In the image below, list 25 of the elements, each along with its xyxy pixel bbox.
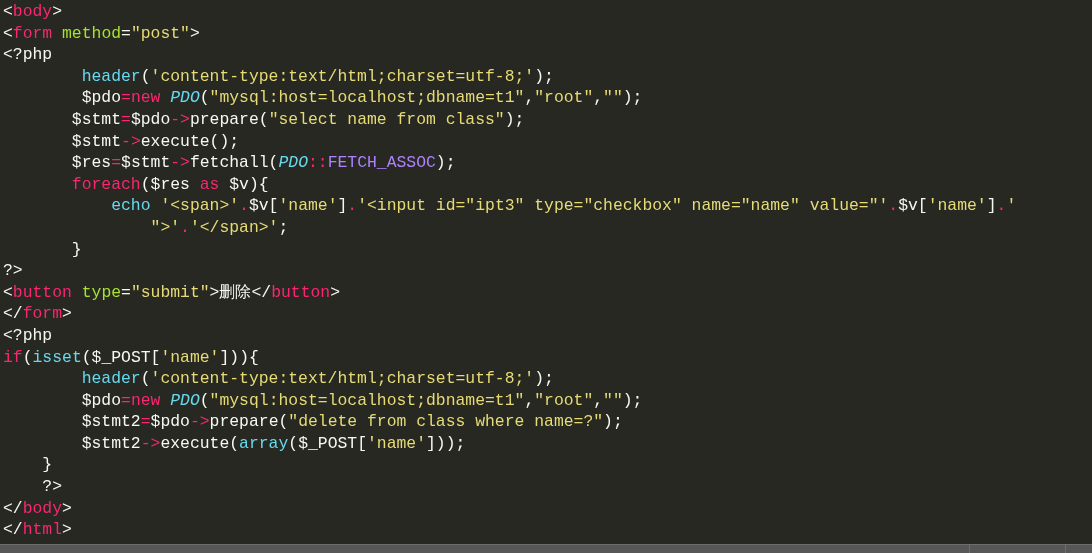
code-line: $pdo=new PDO("mysql:host=localhost;dbname=t1","root",""); [80,389,643,412]
code-line: $res=$stmt->fetchall(PDO::FETCH_ASSOC); [70,152,456,174]
code-line: ?> [41,476,63,498]
code-line: $stmt->execute(); [70,130,240,153]
code-line: echo '<span>'.$v['name'].'<input id="ipt3" type="checkbox" name="name" value="'.$v['name'].' [110,195,1017,217]
code-line: </body> [3,497,72,520]
code-line: </form> [3,303,72,325]
code-line: <?php [3,44,53,66]
code-line: $stmt2->execute(array($_POST['name'])); [80,432,466,455]
code-line: foreach($res as $v){ [70,173,269,196]
code-line: header('content-type:text/html;charset=utf-8;'); [80,65,554,88]
code-line: $pdo=new PDO("mysql:host=localhost;dbname=t1","root",""); [80,87,643,109]
code-line: header('content-type:text/html;charset=utf-8;'); [80,368,554,390]
code-line: <body> [3,1,63,23]
code-line: <?php [3,324,53,347]
code-line: } [70,238,82,261]
code-line: ?> [3,260,23,282]
code-line: <button type="submit">删除</button> [3,281,340,304]
code-line: } [41,454,53,477]
code-line: if(isset($_POST['name'])){ [3,346,259,369]
code-line: </html> [3,519,72,541]
code-line: <form method="post"> [3,22,200,45]
code-line: ">'.'</span>'; [149,216,289,239]
code-line: $stmt=$pdo->prepare("select name from class"); [70,108,525,131]
code-line: $stmt2=$pdo->prepare("delete from class where name=?"); [80,411,623,433]
